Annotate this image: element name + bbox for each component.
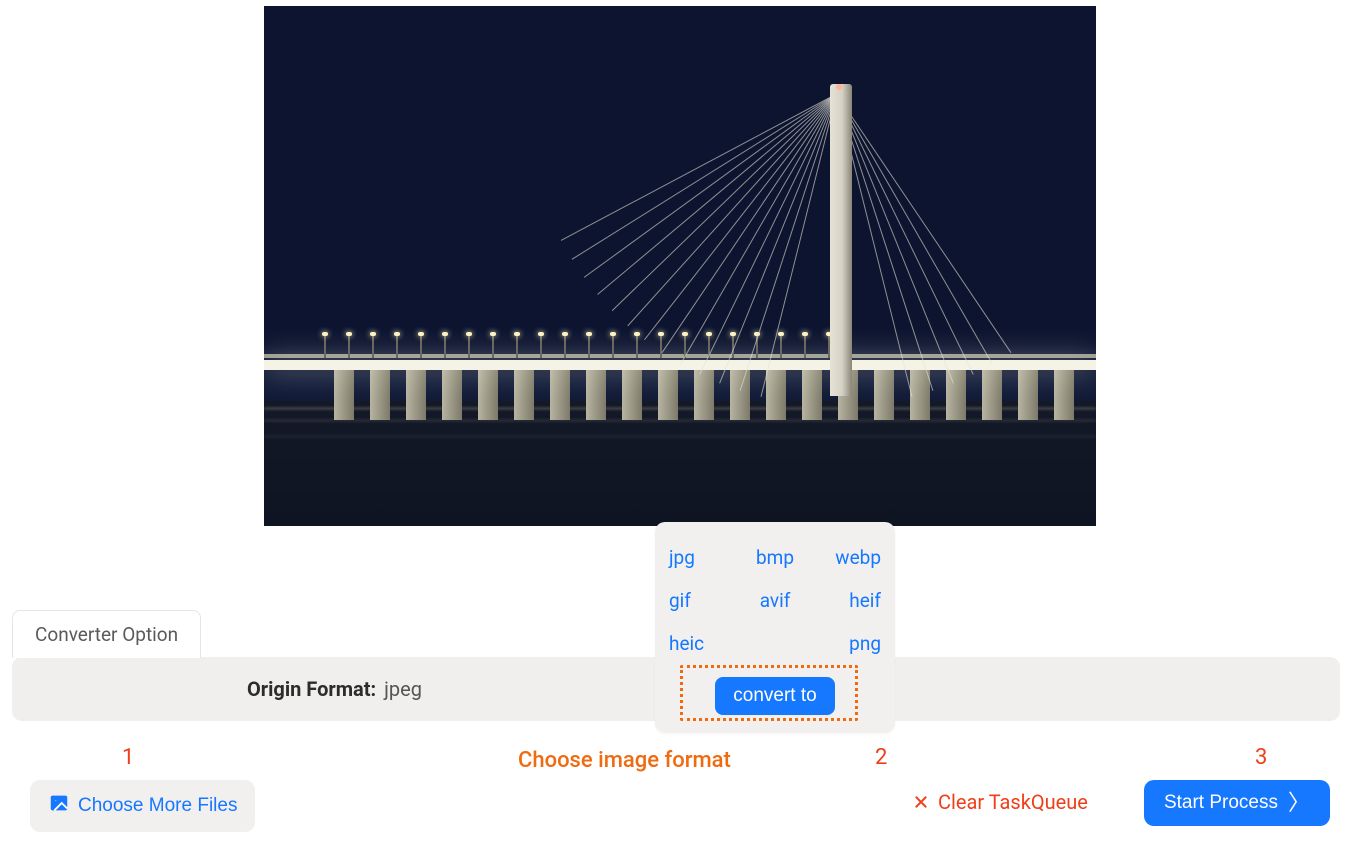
convert-to-button[interactable]: convert to [715, 677, 834, 715]
start-process-label: Start Process [1164, 792, 1278, 814]
format-option-heic[interactable]: heic [669, 626, 737, 661]
image-icon [48, 792, 70, 820]
close-icon [912, 793, 930, 811]
clear-taskqueue-label: Clear TaskQueue [938, 790, 1088, 814]
origin-format-value: jpeg [384, 677, 422, 701]
format-option-png[interactable]: png [813, 626, 881, 661]
format-option-empty [741, 626, 809, 661]
format-option-webp[interactable]: webp [813, 540, 881, 575]
step-number-1: 1 [122, 745, 134, 770]
origin-format-label: Origin Format: [247, 677, 376, 701]
preview-area [0, 0, 1360, 526]
tab-converter-option[interactable]: Converter Option [12, 610, 201, 658]
format-option-jpg[interactable]: jpg [669, 540, 737, 575]
bridge-cables [264, 6, 1096, 526]
format-option-heif[interactable]: heif [813, 583, 881, 618]
format-grid: jpg bmp webp gif avif heif heic png [659, 536, 891, 671]
step-number-2: 2 [875, 745, 887, 770]
bridge-pylon [830, 84, 852, 396]
step-hint-text: Choose image format [518, 748, 731, 773]
choose-more-files-button[interactable]: Choose More Files [30, 780, 255, 832]
tabs: Converter Option [12, 610, 201, 658]
preview-image [264, 6, 1096, 526]
clear-taskqueue-button[interactable]: Clear TaskQueue [912, 790, 1088, 814]
format-option-bmp[interactable]: bmp [741, 540, 809, 575]
choose-more-files-label: Choose More Files [78, 795, 237, 817]
format-option-avif[interactable]: avif [741, 583, 809, 618]
format-popover: jpg bmp webp gif avif heif heic png conv… [655, 522, 895, 733]
format-option-gif[interactable]: gif [669, 583, 737, 618]
start-process-button[interactable]: Start Process 〉 [1144, 780, 1330, 826]
step-number-3: 3 [1255, 745, 1267, 770]
